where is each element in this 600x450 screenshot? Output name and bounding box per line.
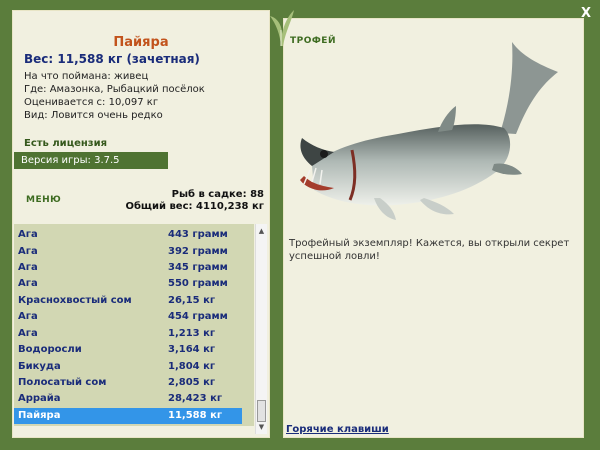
fish-list-item-name: Полосатый сом	[18, 377, 107, 388]
fish-list-item-weight: 2,805 кг	[168, 377, 216, 388]
fish-list-item-name: Ага	[18, 229, 38, 240]
fish-weight: Вес: 11,588 кг (зачетная)	[24, 52, 200, 66]
fish-list-item[interactable]: Ага 1,213 кг	[14, 326, 242, 342]
fish-list-item[interactable]: Ага 443 грамм	[14, 227, 242, 243]
fish-list-item[interactable]: Полосатый сом 2,805 кг	[14, 375, 242, 391]
fish-list-item-weight: 26,15 кг	[168, 295, 216, 306]
location-info: Где: Амазонка, Рыбацкий посёлок	[24, 84, 205, 95]
fish-list-item[interactable]: Бикуда 1,804 кг	[14, 359, 242, 375]
version-bar: Версия игры: 3.7.5	[14, 152, 168, 169]
fish-list-item-name: Краснохвостый сом	[18, 295, 132, 306]
fish-list-item-weight: 1,804 кг	[168, 361, 216, 372]
fish-list-item-weight: 11,588 кг	[168, 410, 223, 421]
fish-list-item-name: Пайяра	[18, 410, 61, 421]
fish-list-item[interactable]: Водоросли 3,164 кг	[14, 342, 242, 358]
close-button[interactable]: X	[576, 6, 596, 22]
rarity-info: Вид: Ловится очень редко	[24, 110, 163, 121]
scroll-thumb[interactable]	[257, 400, 266, 422]
fish-list-item-weight: 550 грамм	[168, 278, 228, 289]
close-icon[interactable]: X	[581, 6, 591, 21]
fish-list-item-weight: 345 грамм	[168, 262, 228, 273]
fish-list-item-name: Ага	[18, 246, 38, 257]
trophy-message: Трофейный экземпляр! Кажется, вы открыли…	[289, 238, 570, 262]
fish-list-item[interactable]: Краснохвостый сом 26,15 кг	[14, 293, 242, 309]
license-status: Есть лицензия	[24, 138, 108, 149]
fish-list-item-weight: 1,213 кг	[168, 328, 216, 339]
fish-list-item-weight: 392 грамм	[168, 246, 228, 257]
fish-list-item[interactable]: Ага 345 грамм	[14, 260, 242, 276]
fish-list-item-name: Ага	[18, 311, 38, 322]
fish-list-item-name: Ага	[18, 278, 38, 289]
fish-count: Рыб в садке: 88	[171, 189, 264, 200]
scroll-up-icon[interactable]: ▲	[257, 226, 266, 236]
fish-list-item-weight: 443 грамм	[168, 229, 228, 240]
fish-list-scrollbar[interactable]: ▲ ▼	[255, 224, 267, 434]
trophy-fish-image	[300, 42, 558, 220]
fish-list[interactable]: Ага 443 грамм Ага 392 грамм Ага 345 грам…	[14, 224, 254, 426]
bait-info: На что поймана: живец	[24, 71, 149, 82]
fish-list-item-weight: 454 грамм	[168, 311, 228, 322]
scroll-down-icon[interactable]: ▼	[257, 422, 266, 432]
threshold-info: Оценивается с: 10,097 кг	[24, 97, 159, 108]
fish-list-item-selected[interactable]: Пайяра 11,588 кг	[14, 408, 242, 424]
total-weight: Общий вес: 4110,238 кг	[125, 201, 264, 212]
fish-list-item-name: Аррайа	[18, 393, 61, 404]
fish-list-item[interactable]: Ага 454 грамм	[14, 309, 242, 325]
fish-list-item-name: Ага	[18, 328, 38, 339]
fish-list-item-name: Бикуда	[18, 361, 61, 372]
fish-name: Пайяра	[113, 35, 169, 50]
hotkeys-link[interactable]: Горячие клавиши	[286, 424, 389, 435]
fish-list-item-weight: 3,164 кг	[168, 344, 216, 355]
fish-list-item[interactable]: Ага 550 грамм	[14, 276, 242, 292]
menu-button[interactable]: МЕНЮ	[26, 195, 61, 205]
fish-list-item-weight: 28,423 кг	[168, 393, 223, 404]
fish-list-item[interactable]: Ага 392 грамм	[14, 244, 242, 260]
fish-list-item-name: Ага	[18, 262, 38, 273]
trophy-title: ТРОФЕЙ	[290, 36, 336, 46]
fish-list-item-name: Водоросли	[18, 344, 82, 355]
fish-list-item[interactable]: Аррайа 28,423 кг	[14, 391, 242, 407]
